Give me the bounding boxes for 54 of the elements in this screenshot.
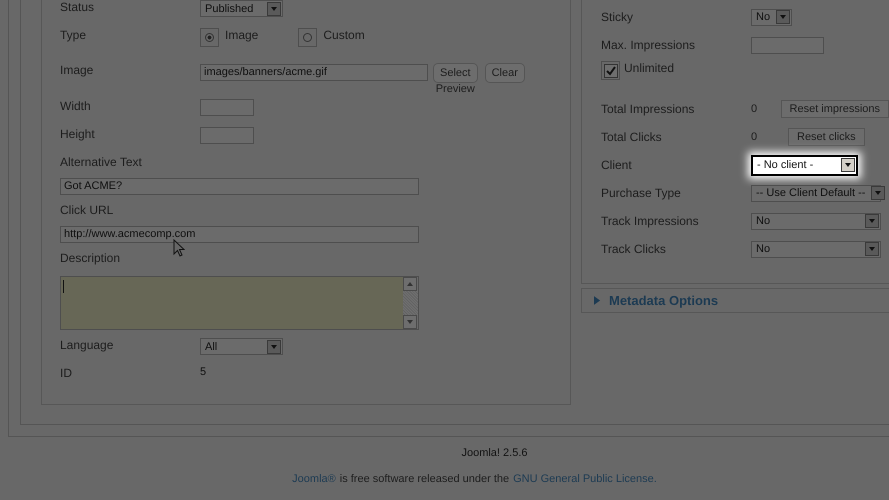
footer-text: is free software released under the (340, 473, 510, 485)
radio-button[interactable] (200, 28, 219, 47)
field-label: Image (60, 63, 94, 77)
preview-label: Preview (436, 83, 475, 95)
text-input[interactable]: Got ACME? (60, 178, 419, 195)
field-label: ID (60, 366, 73, 380)
field-label: Max. Impressions (601, 38, 696, 52)
field-label: Description (60, 251, 122, 265)
description-textarea[interactable] (60, 276, 419, 330)
text-input[interactable] (200, 127, 254, 144)
dropdown-select[interactable]: No (751, 240, 881, 258)
checkbox[interactable] (601, 61, 620, 80)
dropdown-select[interactable]: All (200, 338, 283, 355)
license-link[interactable]: GNU General Public License. (513, 473, 657, 485)
count-value: 0 (751, 103, 758, 115)
mouse-pointer-icon (173, 239, 185, 257)
field-label: Click URL (60, 203, 114, 217)
dropdown-select[interactable]: - No client - (751, 154, 858, 176)
scroll-up-icon[interactable] (403, 277, 417, 291)
id-value: 5 (200, 366, 206, 378)
text-input[interactable] (751, 36, 824, 54)
dropdown-select[interactable]: Published (200, 0, 283, 17)
metadata-panel-header[interactable]: Metadata Options (581, 288, 889, 313)
joomla-link[interactable]: Joomla® (292, 473, 336, 485)
radio-label: Image (225, 28, 258, 42)
scroll-down-icon[interactable] (403, 315, 417, 329)
clear-button[interactable]: Clear (484, 63, 525, 83)
field-label: Language (60, 338, 114, 352)
field-label: Total Clicks (601, 130, 663, 144)
dropdown-select[interactable]: No (751, 212, 881, 230)
dropdown-select[interactable]: No (751, 8, 792, 26)
text-input[interactable] (200, 99, 254, 116)
field-label: Track Impressions (601, 214, 700, 228)
version-text: Joomla! 2.5.6 (460, 447, 529, 459)
field-label: Client (601, 158, 633, 172)
count-value: 0 (751, 131, 758, 143)
expand-triangle-icon (594, 296, 601, 305)
reset-button[interactable]: Reset impressions (780, 100, 889, 118)
image-path-input[interactable]: images/banners/acme.gif (200, 64, 428, 81)
radio-button[interactable] (298, 28, 318, 47)
reset-button[interactable]: Reset clicks (788, 128, 865, 146)
field-label: Sticky (601, 10, 634, 24)
field-label: Track Clicks (601, 242, 667, 256)
text-input[interactable]: http://www.acmecomp.com (60, 226, 419, 243)
select-button[interactable]: Select (433, 63, 478, 83)
field-label: Alternative Text (60, 155, 143, 169)
field-label: Type (60, 28, 88, 42)
field-label: Width (60, 99, 92, 113)
checkbox-label: Unlimited (624, 61, 674, 75)
field-label: Status (60, 0, 96, 14)
field-label: Total Impressions (601, 102, 696, 116)
radio-label: Custom (323, 28, 365, 42)
field-label: Height (60, 127, 96, 141)
field-label: Purchase Type (601, 186, 682, 200)
